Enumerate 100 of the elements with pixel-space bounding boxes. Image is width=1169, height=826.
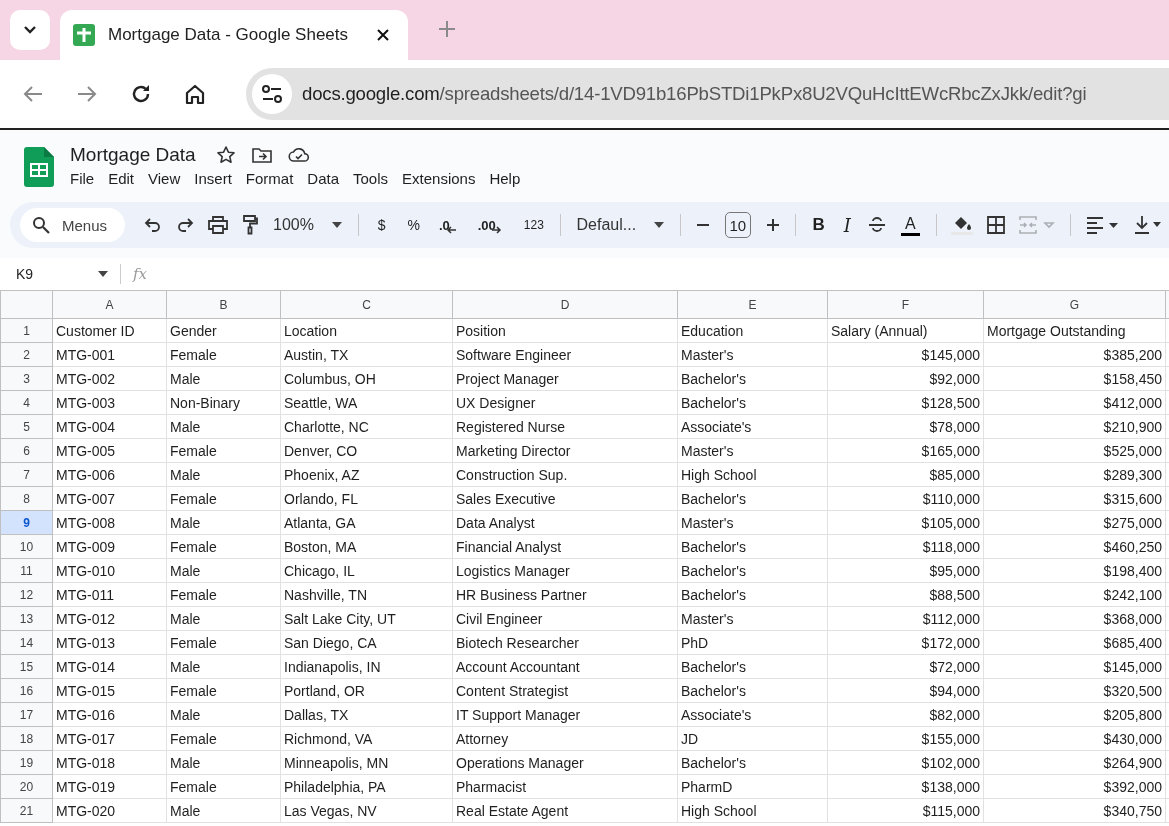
font-size-field[interactable]: 10	[724, 212, 751, 238]
row-header[interactable]: 3	[0, 366, 53, 391]
row-header[interactable]: 16	[0, 678, 53, 703]
row-header[interactable]: 13	[0, 606, 53, 631]
caret-icon	[331, 222, 342, 228]
row-header[interactable]: 1	[0, 318, 53, 343]
table-cell: $165,000	[921, 442, 980, 459]
document-title[interactable]: Mortgage Data	[70, 143, 196, 166]
row-header[interactable]: 8	[0, 486, 53, 511]
table-cell: $85,000	[929, 466, 980, 483]
menu-item[interactable]: Edit	[101, 167, 142, 189]
table-cell: Registered Nurse	[456, 418, 565, 435]
table-cell: Male	[170, 802, 201, 819]
table-cell: Minneapolis, MN	[284, 754, 389, 771]
row-header[interactable]: 11	[0, 558, 53, 583]
browser-tab[interactable]: Mortgage Data - Google Sheets	[60, 10, 408, 60]
row-header[interactable]: 17	[0, 702, 53, 727]
table-cell: Content Strategist	[456, 682, 569, 699]
table-cell: $158,450	[1103, 370, 1162, 387]
site-settings-icon[interactable]	[252, 74, 292, 114]
row-header[interactable]: 15	[0, 654, 53, 679]
table-cell: $385,200	[1103, 346, 1162, 363]
plus-icon[interactable]	[765, 218, 780, 232]
print-icon[interactable]	[208, 216, 229, 234]
column-header[interactable]: B	[166, 290, 281, 319]
row-header[interactable]: 7	[0, 462, 53, 487]
align-left-icon[interactable]	[1086, 216, 1120, 234]
row-header[interactable]: 14	[0, 630, 53, 655]
table-cell: High School	[681, 466, 757, 483]
increase-decimal-button[interactable]: .00	[469, 210, 516, 240]
dropdown-button[interactable]: Defaul...	[568, 210, 673, 240]
paint-bucket-icon[interactable]	[951, 215, 974, 235]
column-header[interactable]: A	[52, 290, 167, 319]
column-header[interactable]: G	[983, 290, 1166, 319]
row-header[interactable]: 19	[0, 750, 53, 775]
menu-item[interactable]: Data	[300, 167, 346, 189]
text-color-button[interactable]: A	[901, 214, 920, 236]
close-icon[interactable]	[376, 28, 390, 42]
table-cell: Female	[170, 634, 217, 651]
name-box[interactable]: K9	[16, 266, 108, 282]
row-header[interactable]: 4	[0, 390, 53, 415]
borders-icon[interactable]	[987, 216, 1006, 234]
table-cell: $340,750	[1103, 802, 1162, 819]
menu-item[interactable]: Insert	[187, 167, 239, 189]
table-cell: $368,000	[1103, 610, 1162, 627]
row-header[interactable]: 10	[0, 534, 53, 559]
row-header[interactable]: 18	[0, 726, 53, 751]
row-header[interactable]: 9	[0, 510, 53, 535]
vertical-align-icon[interactable]	[1134, 215, 1162, 235]
italic-button[interactable]: I	[833, 210, 861, 240]
table-cell: IT Support Manager	[456, 706, 581, 723]
column-header[interactable]: D	[452, 290, 678, 319]
table-cell: Bachelor's	[681, 562, 746, 579]
decrease-decimal-button[interactable]: .0	[430, 210, 470, 240]
table-cell: MTG-002	[56, 370, 116, 387]
column-header[interactable]: C	[280, 290, 453, 319]
format-button[interactable]: %	[396, 210, 431, 240]
row-header[interactable]: 2	[0, 342, 53, 367]
new-tab-icon[interactable]	[438, 20, 456, 38]
row-header[interactable]: 12	[0, 582, 53, 607]
paint-roller-icon[interactable]	[242, 215, 259, 235]
format-button[interactable]: $	[366, 210, 397, 240]
move-folder-icon[interactable]	[251, 145, 272, 164]
menu-item[interactable]: View	[141, 167, 188, 189]
strikethrough-icon[interactable]	[868, 216, 886, 234]
sheets-logo-icon[interactable]	[24, 147, 54, 187]
home-icon[interactable]	[184, 83, 206, 105]
table-cell: Philadelphia, PA	[284, 778, 386, 795]
column-header[interactable]: F	[827, 290, 984, 319]
reload-icon[interactable]	[130, 83, 152, 105]
menu-item[interactable]: Help	[482, 167, 528, 189]
bold-button[interactable]: B	[803, 210, 834, 240]
table-cell: Denver, CO	[284, 442, 358, 459]
menu-item[interactable]: File	[63, 167, 102, 189]
table-cell: $145,000	[921, 346, 980, 363]
table-cell: Bachelor's	[681, 538, 746, 555]
column-header[interactable]: E	[677, 290, 828, 319]
search-menus-field[interactable]: Menus	[20, 208, 126, 242]
undo-icon[interactable]	[144, 218, 163, 232]
table-cell: MTG-006	[56, 466, 116, 483]
menu-item[interactable]: Tools	[346, 167, 396, 189]
star-icon[interactable]	[215, 144, 236, 165]
redo-icon[interactable]	[176, 218, 195, 232]
cloud-check-icon[interactable]	[287, 146, 310, 163]
row-header[interactable]: 20	[0, 774, 53, 799]
table-cell: Pharmacist	[456, 778, 527, 795]
table-cell: Male	[170, 370, 201, 387]
table-cell: $525,000	[1103, 442, 1162, 459]
row-header[interactable]: 6	[0, 438, 53, 463]
row-header[interactable]: 21	[0, 798, 53, 823]
number-format-button[interactable]: 123	[515, 210, 552, 240]
address-bar[interactable]: docs.google.com/spreadsheets/d/14-1VD91b16PbSTDi1PkPx8U2VQuHcIttEWcRbcZxJkk/edit?gi	[246, 68, 1169, 120]
table-cell: $172,000	[921, 634, 980, 651]
menu-item[interactable]: Extensions	[395, 167, 483, 189]
table-cell: $275,000	[1103, 514, 1162, 531]
row-header[interactable]: 5	[0, 414, 53, 439]
dropdown-button[interactable]: 100%	[265, 210, 350, 240]
table-cell: MTG-020	[56, 802, 116, 819]
menu-item[interactable]: Format	[238, 167, 301, 189]
table-cell: Biotech Researcher	[456, 634, 579, 651]
